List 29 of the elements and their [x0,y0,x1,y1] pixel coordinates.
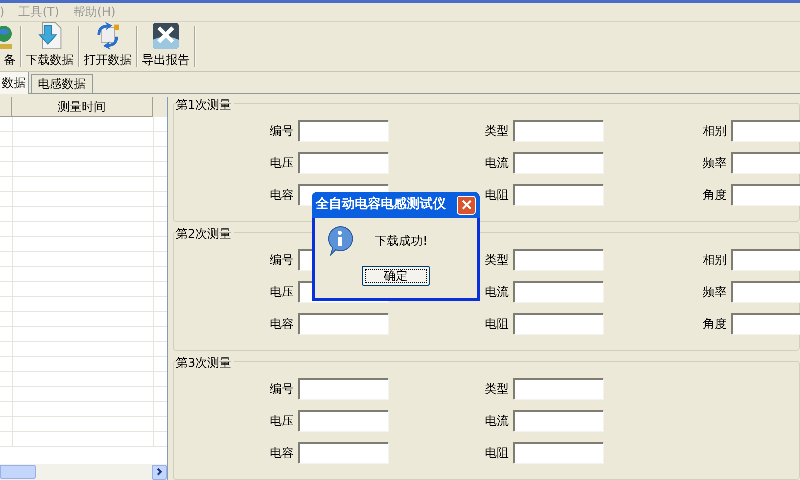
field-label: 电容 [270,187,294,204]
field-label: 电流 [485,413,509,430]
group-title: 第2次测量 [176,225,234,243]
dialog-message: 下载成功! [375,233,428,250]
field-label: 电容 [270,445,294,462]
field-label: 频率 [703,284,727,301]
field-label: 编号 [270,381,294,398]
field-label: 电压 [270,284,294,301]
field-label: 电流 [485,155,509,172]
field-label: 角度 [703,187,727,204]
field-label: 电阻 [485,316,509,333]
field-label: 相别 [703,252,727,269]
group-title: 第1次测量 [176,96,234,114]
field-label: 电压 [270,413,294,430]
field-label: 编号 [270,252,294,269]
field-label: 电压 [270,155,294,172]
field-label: 电流 [485,284,509,301]
field-label: 类型 [485,123,509,140]
field-label: 类型 [485,381,509,398]
dialog-title: 全自动电容电感测试仪 [316,196,446,214]
field-label: 电容 [270,316,294,333]
field-label: 电阻 [485,187,509,204]
field-label: 电阻 [485,445,509,462]
group-title: 第3次测量 [176,354,234,372]
field-label: 相别 [703,123,727,140]
field-label: 类型 [485,252,509,269]
field-label: 编号 [270,123,294,140]
field-label: 频率 [703,155,727,172]
field-label: 角度 [703,316,727,333]
